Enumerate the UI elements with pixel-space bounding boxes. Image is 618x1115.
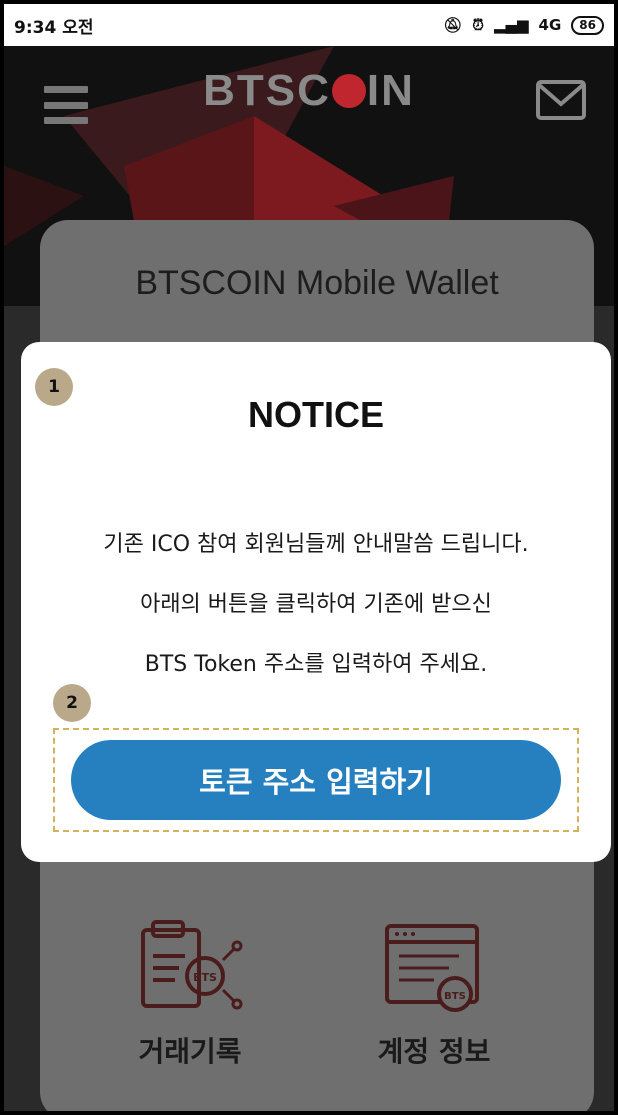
notice-line-2: 아래의 버튼을 클릭하여 기존에 받으신 (140, 592, 492, 617)
status-bar: 9:34 오전 🔕︎ ⏰︎ ▂▄▆ 4G 86 (4, 4, 614, 46)
signal-icon: ▂▄▆ (493, 16, 529, 34)
enter-token-address-button[interactable]: 토큰 주소 입력하기 (71, 740, 561, 820)
notice-modal: 1 NOTICE 기존 ICO 참여 회원님들께 안내말씀 드립니다. 아래의 … (21, 342, 611, 862)
phone-screen: 9:34 오전 🔕︎ ⏰︎ ▂▄▆ 4G 86 BTSC IN BTSCOIN … (4, 4, 614, 1111)
mute-icon: 🔕︎ (443, 16, 463, 34)
notice-title: NOTICE (247, 394, 384, 435)
battery-badge: 86 (571, 15, 604, 35)
network-type: 4G (538, 16, 562, 34)
status-icons: 🔕︎ ⏰︎ ▂▄▆ 4G 86 (443, 15, 604, 35)
alarm-icon: ⏰︎ (472, 16, 484, 34)
status-time: 9:34 오전 (14, 17, 94, 38)
notice-line-3: BTS Token 주소를 입력하여 주세요. (144, 652, 488, 677)
notice-line-1: 기존 ICO 참여 회원님들께 안내말씀 드립니다. (103, 532, 529, 557)
step-badge-2: 2 (53, 684, 91, 722)
